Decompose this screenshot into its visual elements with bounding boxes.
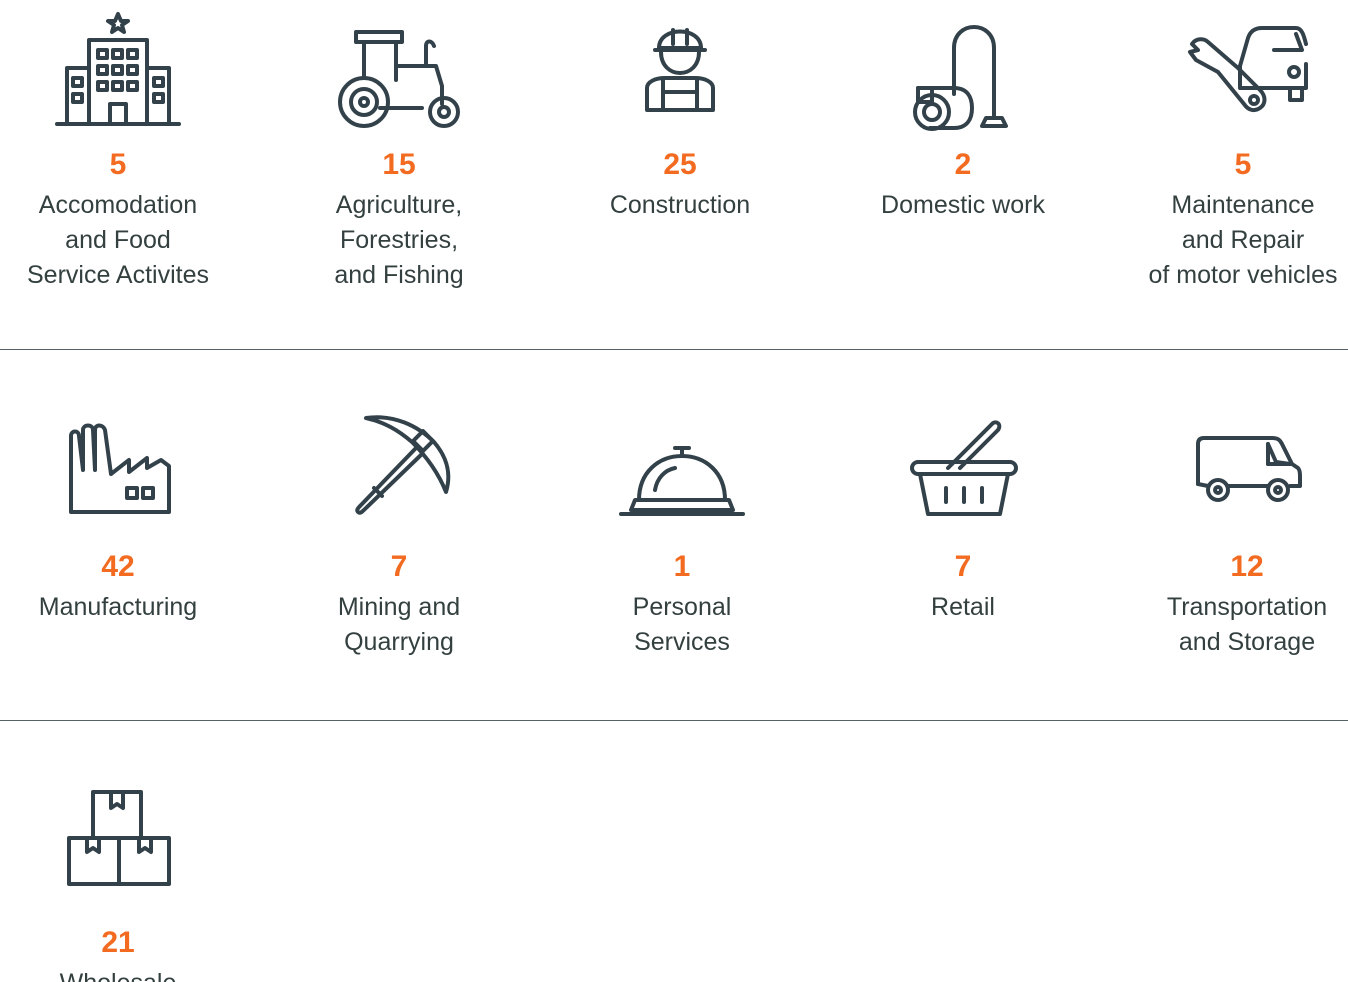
sector-count: 1 [673, 550, 691, 583]
sector-card-wholesale: 21 Wholesale [0, 786, 248, 982]
row-divider [0, 349, 1348, 350]
vacuum-cleaner-icon [898, 8, 1028, 134]
sector-count: 5 [1234, 148, 1252, 181]
boxes-icon [53, 786, 183, 912]
sector-count: 15 [382, 148, 416, 181]
sector-count: 7 [390, 550, 408, 583]
hotel-icon [53, 8, 183, 134]
sector-label: Personal Services [632, 593, 732, 656]
sector-label: Mining and Quarrying [337, 593, 461, 656]
sector-card-personal-services: 1 Personal Services [552, 410, 812, 660]
sector-card-accomodation: 5 Accomodation and Food Service Activite… [0, 8, 248, 293]
sector-label: Wholesale [0, 966, 248, 982]
sector-card-manufacturing: 42 Manufacturing [0, 410, 248, 625]
factory-icon [53, 410, 183, 536]
sector-label: Maintenance and Repair of motor vehicles [1148, 191, 1338, 289]
sector-card-transportation: 12 Transportation and Storage [1117, 410, 1348, 660]
sector-count: 12 [1230, 550, 1264, 583]
sector-label: Manufacturing [38, 593, 198, 621]
sector-card-retail: 7 Retail [833, 410, 1093, 625]
sector-count: 25 [663, 148, 697, 181]
sector-count: 7 [954, 550, 972, 583]
row-divider [0, 720, 1348, 721]
pickaxe-icon [334, 410, 464, 536]
sector-infographic: 5 Accomodation and Food Service Activite… [0, 0, 1348, 982]
car-wrench-icon [1178, 8, 1308, 134]
sector-label: Construction [609, 191, 751, 219]
construction-worker-icon [615, 8, 745, 134]
shopping-basket-icon [898, 410, 1028, 536]
sector-card-mining: 7 Mining and Quarrying [269, 410, 529, 660]
van-icon [1182, 410, 1312, 536]
sector-card-construction: 25 Construction [550, 8, 810, 223]
sector-count: 42 [101, 550, 135, 583]
sector-card-maintenance: 5 Maintenance and Repair of motor vehicl… [1113, 8, 1348, 293]
tractor-icon [334, 8, 464, 134]
sector-label: Domestic work [881, 191, 1045, 219]
sector-card-agriculture: 15 Agriculture, Forestries, and Fishing [269, 8, 529, 293]
sector-label: Agriculture, Forestries, and Fishing [334, 191, 464, 289]
sector-label: Transportation and Storage [1166, 593, 1328, 656]
sector-count: 2 [954, 148, 972, 181]
sector-count: 5 [109, 148, 127, 181]
sector-label: Retail [931, 593, 995, 621]
sector-count: 21 [101, 926, 135, 959]
service-bell-icon [617, 410, 747, 536]
sector-label: Accomodation and Food Service Activites [26, 191, 209, 289]
sector-card-domestic-work: 2 Domestic work [833, 8, 1093, 223]
